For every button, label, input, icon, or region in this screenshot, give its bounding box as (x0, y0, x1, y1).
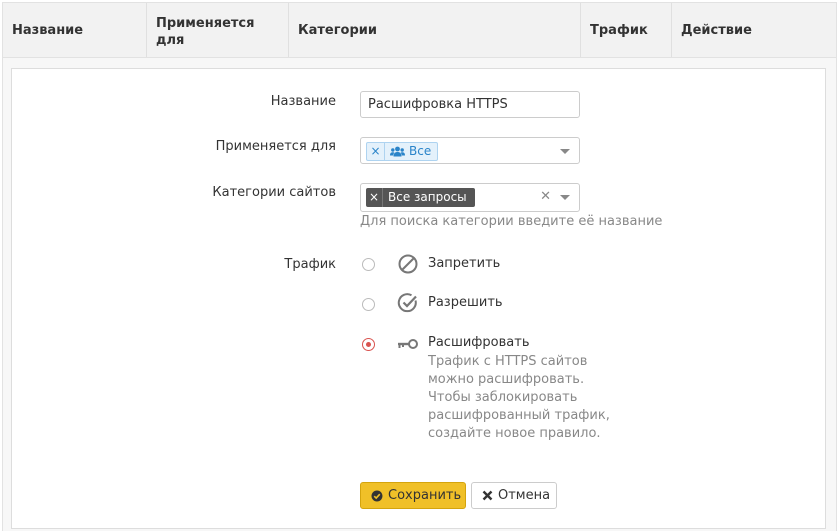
check-circle-icon (371, 490, 383, 502)
chevron-down-icon[interactable] (560, 149, 570, 154)
applies-select[interactable]: × Все (360, 137, 580, 164)
column-header-label: Название (12, 23, 84, 38)
ban-icon (397, 253, 419, 275)
categories-tag-label: Все запросы (388, 190, 467, 204)
option-allow-label[interactable]: Разрешить (428, 295, 503, 310)
column-header-name[interactable]: Название (3, 3, 147, 57)
categories-select[interactable]: × Все запросы ✕ (360, 183, 580, 212)
cancel-button[interactable]: Отмена (471, 482, 557, 509)
applies-tag-label: Все (409, 144, 432, 158)
close-icon (482, 490, 493, 501)
users-icon (385, 146, 409, 157)
check-circle-icon (397, 292, 419, 314)
applies-tag: × Все (366, 142, 439, 161)
column-header-label: Действие (681, 23, 752, 38)
applies-label: Применяется для (215, 139, 336, 154)
tag-remove-icon[interactable]: × (367, 143, 385, 160)
column-header-applies[interactable]: Применяется для (147, 3, 289, 57)
tag-remove-icon[interactable]: × (366, 188, 383, 207)
clear-icon[interactable]: ✕ (540, 189, 551, 204)
option-decrypt-label[interactable]: Расшифровать (428, 335, 529, 350)
name-input[interactable]: Расшифровка HTTPS (360, 91, 580, 118)
column-header-label-line2: для (156, 33, 185, 48)
column-header-categories[interactable]: Категории (289, 3, 581, 57)
key-icon (397, 333, 419, 355)
radio-deny[interactable] (362, 258, 375, 271)
radio-allow[interactable] (362, 298, 375, 311)
categories-label: Категории сайтов (212, 185, 336, 200)
categories-hint: Для поиска категории введите её название (360, 214, 663, 229)
name-label: Название (270, 94, 336, 109)
chevron-down-icon[interactable] (560, 195, 570, 200)
decrypt-description: Трафик с HTTPS сайтов можно расшифровать… (428, 354, 610, 441)
traffic-label: Трафик (284, 257, 336, 272)
column-header-traffic[interactable]: Трафик (581, 3, 672, 57)
name-input-value: Расшифровка HTTPS (368, 97, 508, 112)
option-deny-label[interactable]: Запретить (428, 256, 500, 271)
column-header-label: Применяется (156, 16, 255, 31)
radio-decrypt[interactable] (362, 338, 375, 351)
cancel-button-label: Отмена (498, 488, 551, 503)
save-button-label: Сохранить (388, 488, 462, 503)
save-button[interactable]: Сохранить (360, 482, 466, 509)
column-header-label: Трафик (590, 23, 648, 38)
column-header-action[interactable]: Действие (672, 3, 836, 57)
categories-tag: × Все запросы (366, 188, 475, 207)
column-header-label: Категории (298, 23, 377, 38)
rules-table-header: Название Применяется для Категории Трафи… (2, 2, 837, 58)
